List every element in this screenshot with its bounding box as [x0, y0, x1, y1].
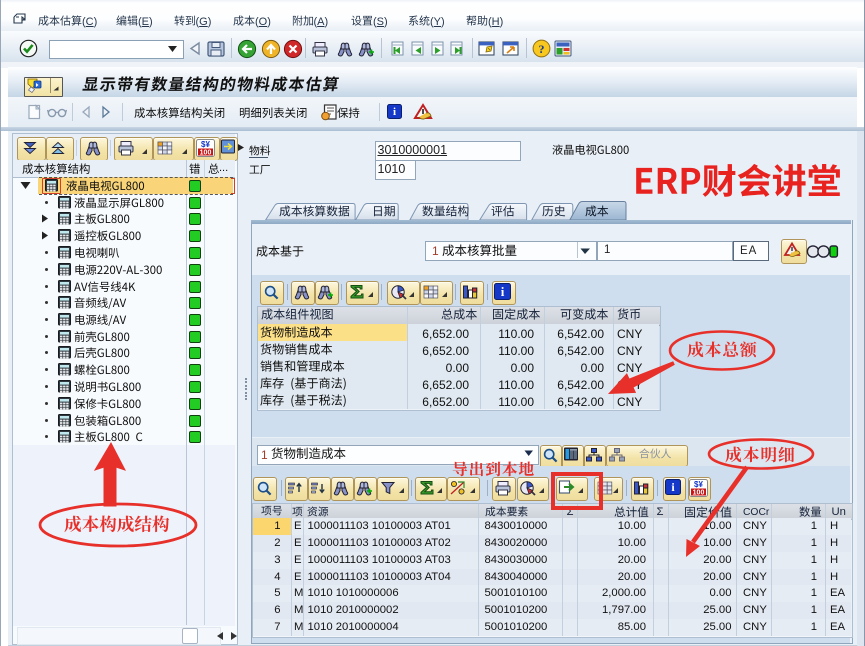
svg-text:$¥: $¥ — [201, 140, 210, 149]
svg-text:i: i — [501, 284, 505, 299]
svg-text:i: i — [393, 106, 396, 118]
svg-text:?: ? — [539, 42, 545, 56]
svg-text:100: 100 — [200, 150, 212, 157]
